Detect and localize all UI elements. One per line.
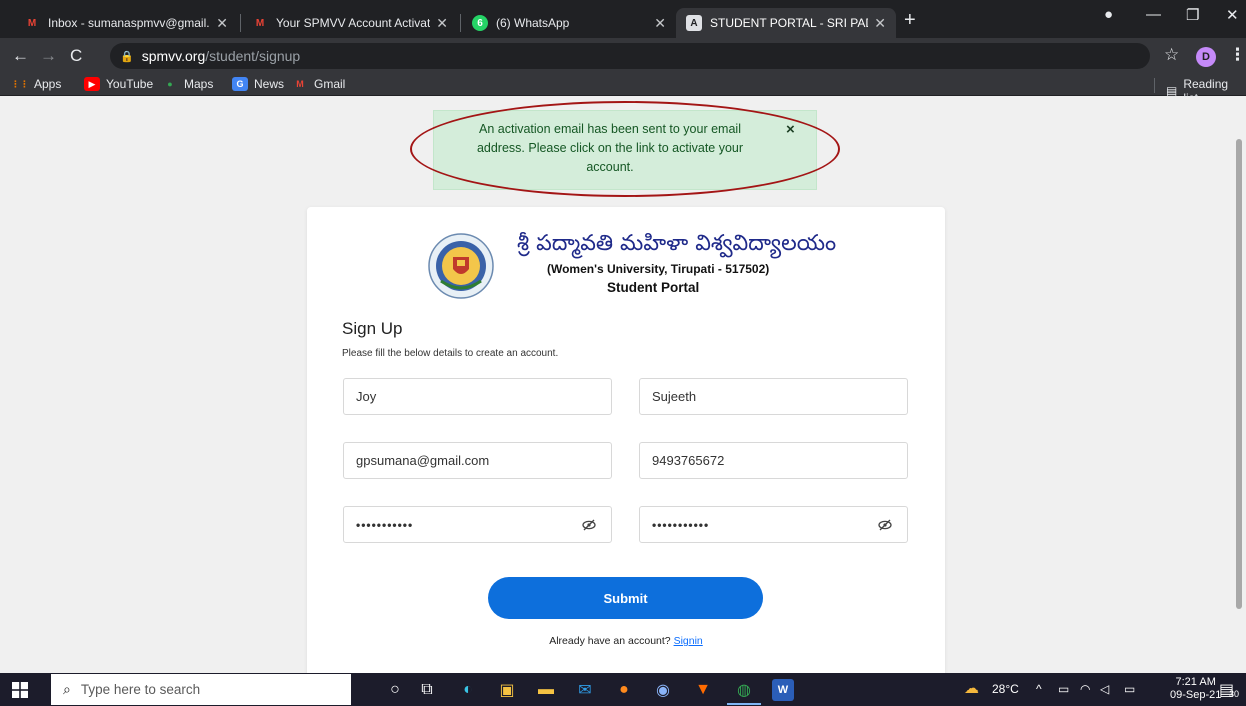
first-name-field[interactable]: Joy	[343, 378, 612, 415]
bookmark-news[interactable]: G News	[232, 77, 284, 91]
new-tab-icon[interactable]: +	[904, 10, 916, 30]
notification-icon[interactable]: ▤ 30	[1219, 680, 1239, 700]
password-value: •••••••••••	[356, 517, 414, 532]
browser-toolbar: ← → C 🔒 spmvv.org/student/signup ☆ D ⋮	[0, 38, 1246, 74]
weather-icon[interactable]: ☁	[964, 679, 979, 697]
signin-prompt-text: Already have an account?	[549, 635, 671, 647]
mail-icon[interactable]: ✉	[574, 679, 596, 701]
gmail-icon: M	[27, 17, 37, 29]
forward-icon[interactable]: →	[40, 46, 57, 66]
maps-pin-icon: ●	[167, 79, 173, 89]
submit-button[interactable]: Submit	[488, 577, 763, 619]
scrollbar[interactable]	[1232, 97, 1246, 673]
back-icon[interactable]: ←	[12, 46, 29, 66]
last-name-field[interactable]: Sujeeth	[639, 378, 908, 415]
university-subtitle: (Women's University, Tirupati - 517502)	[547, 262, 770, 276]
tab-search-icon[interactable]: ●	[1104, 6, 1113, 23]
firefox-icon[interactable]: ●	[613, 679, 635, 701]
confirm-password-value: •••••••••••	[652, 517, 710, 532]
close-icon[interactable]: ✕	[654, 15, 666, 32]
portal-title: Student Portal	[607, 280, 700, 295]
highlight-annotation	[410, 101, 840, 197]
store-icon[interactable]: ▣	[496, 679, 518, 701]
vlc-icon[interactable]: ▼	[692, 679, 714, 701]
signup-heading: Sign Up	[342, 319, 403, 338]
bookmark-apps[interactable]: ⋮⋮ Apps	[11, 77, 61, 91]
windows-taskbar: ⌕ Type here to search ○ ⧉ ◐ ▣ ▬ ✉ ● ◉ ▼ …	[0, 673, 1246, 706]
scrollbar-thumb[interactable]	[1236, 139, 1242, 609]
apps-grid-icon: ⋮⋮	[11, 78, 29, 89]
bookmark-gmail[interactable]: M Gmail	[292, 77, 345, 91]
file-explorer-icon[interactable]: ▬	[535, 679, 557, 701]
reading-list-icon: ▤	[1166, 84, 1178, 98]
tab-inbox[interactable]: M Inbox - sumanaspmvv@gmail.co ✕	[14, 8, 238, 38]
window-close-icon[interactable]: ✕	[1226, 6, 1239, 24]
close-icon[interactable]: ✕	[436, 15, 448, 32]
keyboard-icon[interactable]: ▭	[1124, 682, 1135, 696]
bookmarks-bar: ⋮⋮ Apps ▶ YouTube ● Maps G News M Gmail …	[0, 74, 1246, 105]
url-path: /student/signup	[205, 48, 301, 64]
task-view-icon[interactable]: ⧉	[416, 679, 438, 701]
clock-time: 7:21 AM	[1175, 676, 1216, 688]
whatsapp-icon: 6	[472, 15, 488, 31]
lock-icon: 🔒	[120, 50, 134, 63]
gmail-icon: M	[255, 17, 265, 29]
close-icon[interactable]: ✕	[216, 15, 228, 32]
eye-slash-icon[interactable]	[877, 517, 893, 533]
edge-icon[interactable]: ◐	[457, 679, 479, 701]
signup-instructions: Please fill the below details to create …	[342, 348, 559, 359]
minimize-icon[interactable]: —	[1146, 6, 1161, 23]
wifi-icon[interactable]: ◠	[1080, 682, 1090, 696]
menu-kebab-icon[interactable]: ⋮	[1229, 45, 1246, 65]
restore-icon[interactable]: ❐	[1186, 6, 1199, 24]
chromium-icon[interactable]: ◉	[652, 679, 674, 701]
network-icon[interactable]: ▭	[1058, 682, 1069, 696]
reload-icon[interactable]: C	[70, 46, 82, 66]
page-content: An activation email has been sent to you…	[0, 97, 1246, 673]
email-field[interactable]: gpsumana@gmail.com	[343, 442, 612, 479]
search-icon: ⌕	[63, 681, 71, 697]
browser-tab-strip: M Inbox - sumanaspmvv@gmail.co ✕ M Your …	[0, 0, 1246, 38]
university-logo-icon	[428, 233, 494, 299]
taskbar-search-input[interactable]: ⌕ Type here to search	[51, 674, 351, 705]
portal-icon: A	[686, 15, 702, 31]
tab-separator	[460, 14, 461, 32]
bookmark-star-icon[interactable]: ☆	[1164, 45, 1179, 65]
tab-separator	[240, 14, 241, 32]
bookmark-maps[interactable]: ● Maps	[162, 77, 213, 91]
taskbar-clock[interactable]: 7:21 AM 09-Sep-21	[1170, 676, 1221, 702]
tab-whatsapp[interactable]: 6 (6) WhatsApp ✕	[462, 8, 676, 38]
clock-date: 09-Sep-21	[1170, 689, 1222, 701]
bookmark-youtube[interactable]: ▶ YouTube	[84, 77, 153, 91]
weather-temperature[interactable]: 28°C	[992, 682, 1019, 696]
divider	[1154, 78, 1155, 93]
password-field[interactable]: •••••••••••	[343, 506, 612, 543]
address-bar[interactable]: 🔒 spmvv.org/student/signup	[110, 43, 1150, 69]
word-icon[interactable]: W	[772, 679, 794, 701]
volume-icon[interactable]: ◁	[1100, 682, 1109, 696]
phone-field[interactable]: 9493765672	[639, 442, 908, 479]
chrome-icon[interactable]: ◍	[733, 679, 755, 701]
news-icon: G	[232, 77, 248, 91]
tray-chevron-icon[interactable]: ^	[1036, 682, 1042, 696]
signin-link[interactable]: Signin	[674, 635, 703, 647]
profile-avatar[interactable]: D	[1196, 47, 1216, 67]
signup-card: శ్రీ పద్మావతి మహిళా విశ్వవిద్యాలయం (Wome…	[307, 207, 945, 673]
confirm-password-field[interactable]: •••••••••••	[639, 506, 908, 543]
eye-slash-icon[interactable]	[581, 517, 597, 533]
windows-start-icon[interactable]	[12, 682, 28, 698]
close-icon[interactable]: ✕	[874, 15, 886, 32]
url-host: spmvv.org	[141, 48, 206, 64]
notification-count: 30	[1229, 689, 1240, 699]
tab-account-activation[interactable]: M Your SPMVV Account Activation ✕	[242, 8, 458, 38]
gmail-icon: M	[296, 79, 304, 89]
tab-student-portal[interactable]: A STUDENT PORTAL - SRI PADMAV ✕	[676, 8, 896, 38]
signin-prompt: Already have an account? Signin	[307, 635, 945, 647]
youtube-icon: ▶	[84, 77, 100, 91]
university-name-telugu: శ్రీ పద్మావతి మహిళా విశ్వవిద్యాలయం	[517, 231, 837, 256]
cortana-icon[interactable]: ○	[384, 679, 406, 701]
active-app-indicator	[727, 703, 761, 705]
